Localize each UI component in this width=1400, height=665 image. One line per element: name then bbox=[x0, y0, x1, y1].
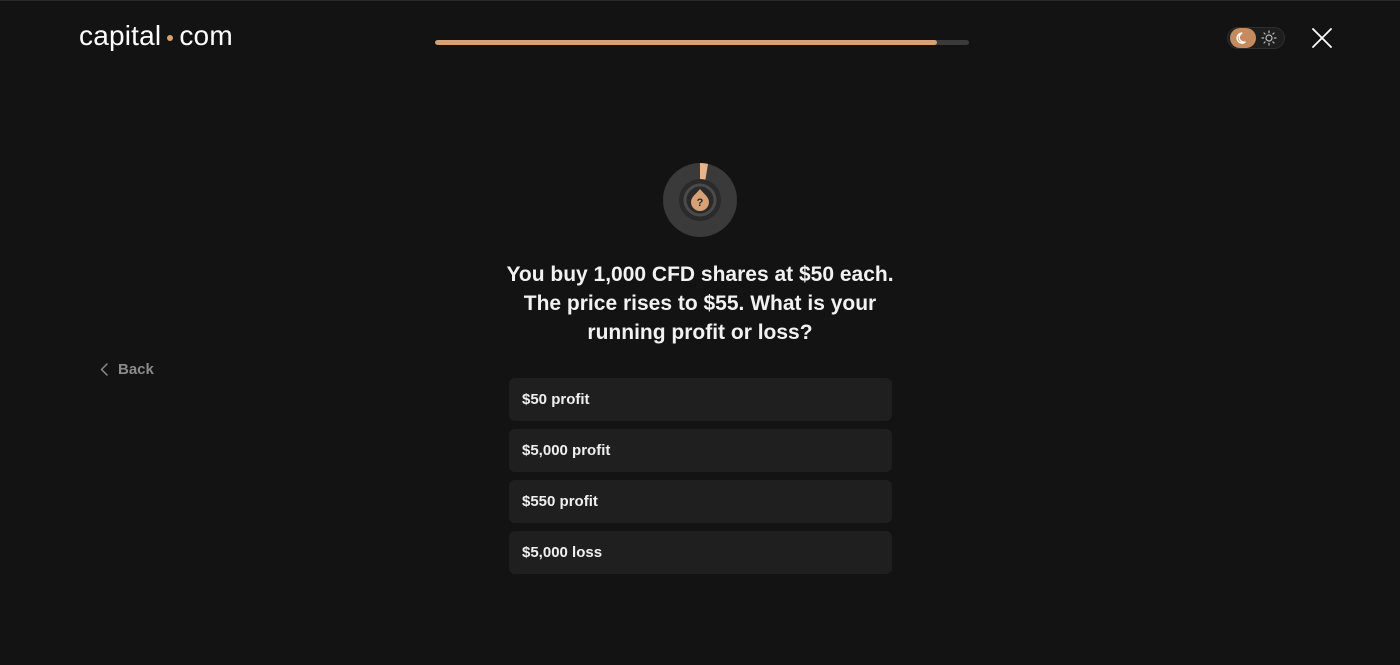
back-label: Back bbox=[118, 361, 154, 378]
capital-com-logo[interactable]: capital com bbox=[79, 19, 233, 53]
answer-option[interactable]: $5,000 profit bbox=[509, 429, 892, 472]
logo-dot bbox=[167, 35, 174, 41]
close-icon bbox=[1312, 28, 1332, 48]
back-button[interactable]: Back bbox=[100, 361, 154, 378]
logo-text-right: com bbox=[179, 20, 233, 51]
question-text: You buy 1,000 CFD shares at $50 each. Th… bbox=[506, 263, 894, 344]
quiz-progress-fill bbox=[435, 40, 937, 45]
close-button[interactable] bbox=[1311, 27, 1333, 49]
theme-toggle[interactable] bbox=[1227, 27, 1285, 49]
logo-text-left: capital bbox=[79, 20, 162, 51]
sun-icon bbox=[1261, 30, 1277, 46]
moon-icon bbox=[1236, 32, 1246, 44]
chevron-left-icon bbox=[100, 363, 108, 376]
answer-option[interactable]: $5,000 loss bbox=[509, 531, 892, 574]
quiz-page: capital com Back ? You buy 1,000 CFD sha… bbox=[0, 0, 1400, 665]
light-mode-button[interactable] bbox=[1256, 28, 1282, 48]
svg-text:?: ? bbox=[697, 197, 704, 209]
answer-option[interactable]: $50 profit bbox=[509, 378, 892, 421]
quiz-progress-bar bbox=[435, 40, 969, 45]
question-timer-icon: ? bbox=[663, 163, 737, 237]
answer-option[interactable]: $550 profit bbox=[509, 480, 892, 523]
dark-mode-button[interactable] bbox=[1230, 28, 1256, 48]
answer-options: $50 profit $5,000 profit $550 profit $5,… bbox=[509, 378, 892, 574]
